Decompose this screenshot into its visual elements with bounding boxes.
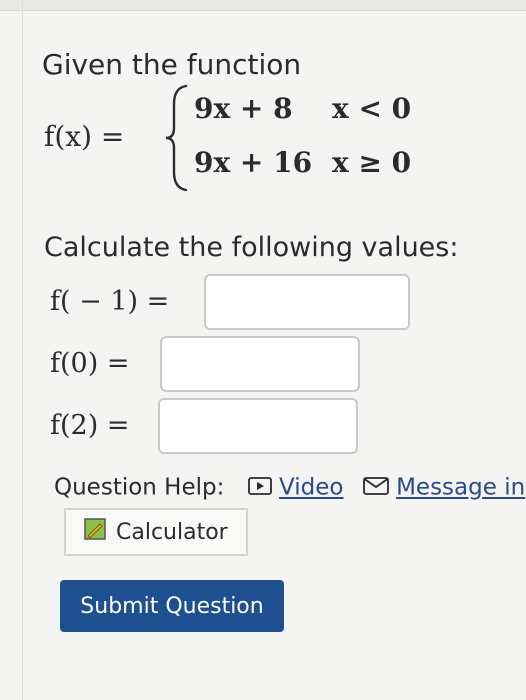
answer-input-2[interactable] (160, 336, 360, 392)
question-help-bar: Question Help: Video Message in (54, 474, 525, 501)
message-instructor-link[interactable]: Message in (396, 475, 525, 501)
answer-input-1[interactable] (204, 274, 410, 330)
question-2-label: f(0) = (50, 348, 130, 379)
calculate-prompt: Calculate the following values: (44, 232, 459, 263)
video-icon (247, 475, 272, 501)
calculator-label: Calculator (116, 519, 228, 545)
piece-2-expression: 9x + 16 (194, 146, 313, 179)
problem-intro: Given the function (42, 48, 302, 81)
piece-1-expression: 9x + 8 (194, 92, 293, 125)
function-name: f(x) = (44, 120, 125, 153)
content-divider (22, 0, 23, 700)
question-3-label: f(2) = (50, 410, 130, 441)
piece-1-condition: x < 0 (332, 92, 412, 125)
video-link[interactable]: Video (279, 475, 343, 501)
page-top-edge (0, 0, 526, 11)
answer-input-3[interactable] (158, 398, 358, 454)
mail-icon (362, 475, 389, 501)
calculator-icon (84, 518, 106, 546)
piece-2-condition: x ≥ 0 (332, 146, 412, 179)
question-help-label: Question Help: (54, 474, 225, 501)
question-1-label: f( − 1) = (50, 286, 170, 317)
submit-question-button[interactable]: Submit Question (60, 580, 284, 632)
calculator-button[interactable]: Calculator (64, 508, 248, 556)
left-brace (165, 84, 188, 192)
